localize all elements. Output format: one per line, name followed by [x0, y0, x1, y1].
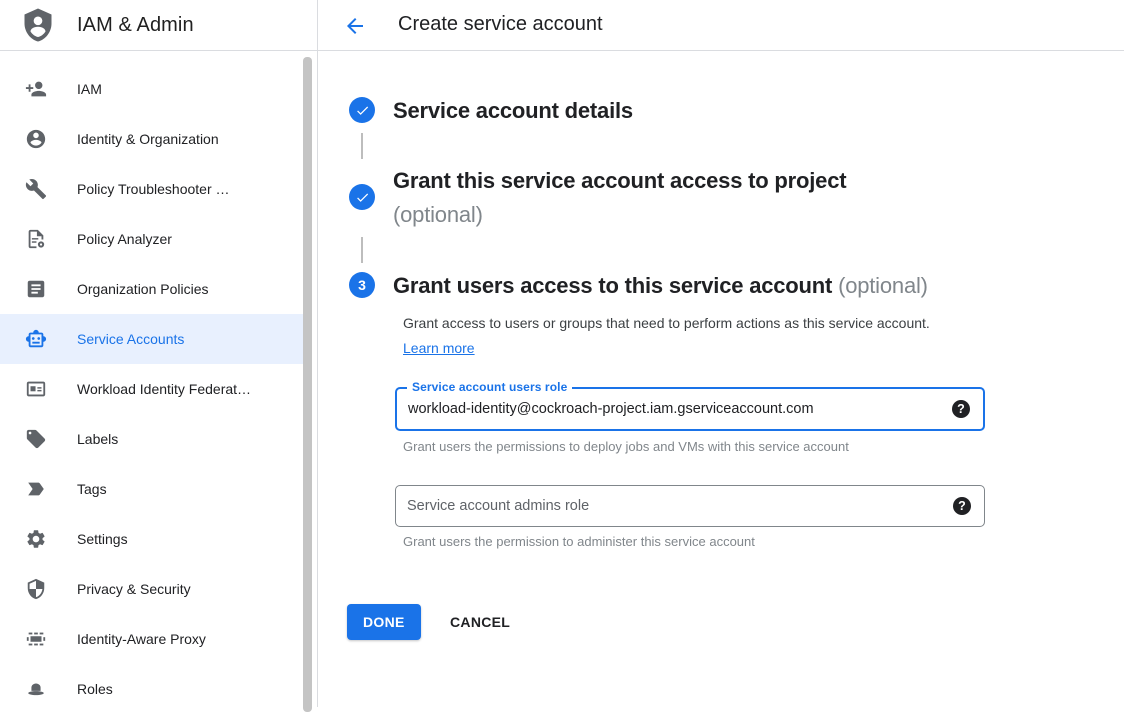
step3-number-badge: 3	[349, 272, 375, 298]
sidebar-item-tags[interactable]: Tags	[0, 464, 303, 514]
users-role-helper-text: Grant users the permissions to deploy jo…	[403, 439, 849, 454]
service-account-users-role-field: Service account users role ?	[395, 387, 985, 431]
article-icon	[24, 277, 48, 301]
main-panel: Create service account Service account d…	[318, 0, 1124, 707]
admins-role-helper-text: Grant users the permission to administer…	[403, 534, 755, 549]
sidebar-item-label: Organization Policies	[77, 281, 209, 297]
sidebar-item-iam[interactable]: IAM	[0, 64, 303, 114]
sidebar-item-label: Privacy & Security	[77, 581, 191, 597]
sidebar-item-label: Identity-Aware Proxy	[77, 631, 206, 647]
sidebar-item-label: Policy Analyzer	[77, 231, 172, 247]
sidebar-item-privacy-security[interactable]: Privacy & Security	[0, 564, 303, 614]
wrench-icon	[24, 177, 48, 201]
gear-icon	[24, 527, 48, 551]
app-title: IAM & Admin	[77, 14, 194, 37]
sidebar-header: IAM & Admin	[0, 0, 317, 51]
sidebar-item-label: Roles	[77, 681, 113, 697]
step2-title: Grant this service account access to pro…	[393, 168, 846, 193]
step-connector	[361, 237, 363, 263]
label-important-icon	[24, 477, 48, 501]
sidebar-item-settings[interactable]: Settings	[0, 514, 303, 564]
hat-icon	[24, 677, 48, 701]
shield-half-icon	[24, 577, 48, 601]
sidebar-item-label: Identity & Organization	[77, 131, 219, 147]
tag-icon	[24, 427, 48, 451]
step1-heading[interactable]: Service account details	[393, 94, 633, 128]
step1-check-icon	[349, 97, 375, 123]
step1-title: Service account details	[393, 98, 633, 123]
step3-number: 3	[358, 277, 366, 293]
iam-admin-shield-icon	[20, 7, 56, 43]
sidebar-nav: IAM Identity & Organization Policy Troub…	[0, 51, 303, 714]
step2-heading[interactable]: Grant this service account access to pro…	[393, 164, 953, 232]
identity-icon	[24, 127, 48, 151]
topbar: Create service account	[318, 0, 1124, 51]
step3-description: Grant access to users or groups that nee…	[403, 311, 951, 361]
help-icon[interactable]: ?	[952, 400, 970, 418]
proxy-icon	[24, 627, 48, 651]
robot-icon	[24, 327, 48, 351]
sidebar-item-workload-identity-federation[interactable]: Workload Identity Federat…	[0, 364, 303, 414]
sidebar-item-label: Policy Troubleshooter …	[77, 181, 230, 197]
step3-heading: Grant users access to this service accou…	[393, 269, 1093, 303]
learn-more-link[interactable]: Learn more	[403, 340, 475, 356]
sidebar-item-identity-aware-proxy[interactable]: Identity-Aware Proxy	[0, 614, 303, 664]
page-title: Create service account	[398, 13, 603, 36]
step3-description-text: Grant access to users or groups that nee…	[403, 315, 930, 331]
admins-role-input[interactable]	[396, 486, 984, 526]
back-arrow-icon[interactable]	[342, 13, 368, 39]
done-button[interactable]: DONE	[347, 604, 421, 640]
sidebar: IAM & Admin IAM Identity & Organization …	[0, 0, 317, 707]
sidebar-item-label: Settings	[77, 531, 128, 547]
policy-analyzer-icon	[24, 227, 48, 251]
step-connector	[361, 133, 363, 159]
person-add-icon	[24, 77, 48, 101]
badge-icon	[24, 377, 48, 401]
sidebar-item-label: Tags	[77, 481, 107, 497]
step3-title: Grant users access to this service accou…	[393, 273, 832, 298]
sidebar-item-label: Labels	[77, 431, 118, 447]
cancel-button[interactable]: CANCEL	[434, 604, 526, 640]
step3-optional-label: (optional)	[838, 273, 928, 298]
sidebar-item-label: IAM	[77, 81, 102, 97]
users-role-input[interactable]	[397, 389, 983, 429]
help-icon[interactable]: ?	[953, 497, 971, 515]
sidebar-item-policy-troubleshooter[interactable]: Policy Troubleshooter …	[0, 164, 303, 214]
sidebar-scrollbar[interactable]	[303, 57, 312, 712]
sidebar-item-organization-policies[interactable]: Organization Policies	[0, 264, 303, 314]
sidebar-item-service-accounts[interactable]: Service Accounts	[0, 314, 303, 364]
step2-check-icon	[349, 184, 375, 210]
step2-optional-label: (optional)	[393, 198, 953, 232]
service-account-admins-role-field: ?	[395, 485, 985, 527]
sidebar-item-label: Workload Identity Federat…	[77, 381, 251, 397]
sidebar-item-label: Service Accounts	[77, 331, 184, 347]
sidebar-item-labels[interactable]: Labels	[0, 414, 303, 464]
sidebar-item-identity-organization[interactable]: Identity & Organization	[0, 114, 303, 164]
sidebar-item-policy-analyzer[interactable]: Policy Analyzer	[0, 214, 303, 264]
